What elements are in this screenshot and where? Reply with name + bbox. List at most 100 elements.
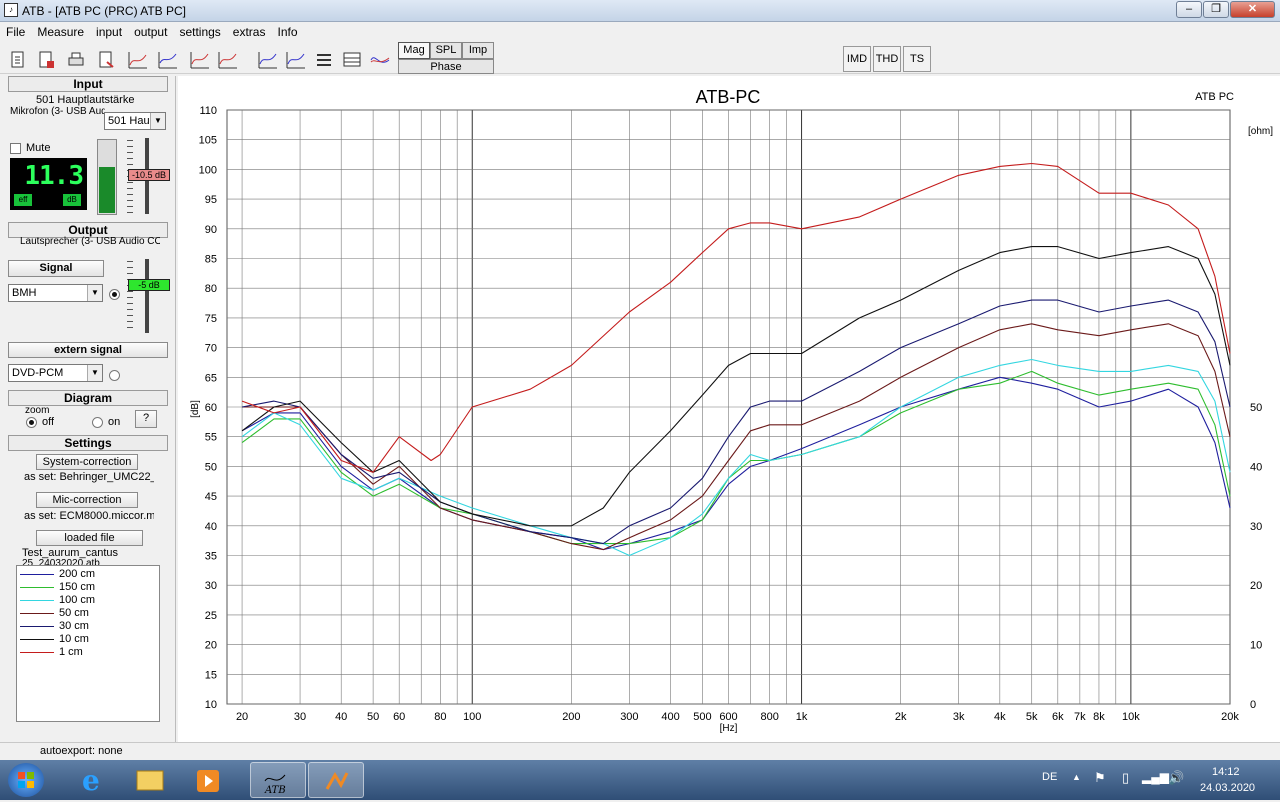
menu-extras[interactable]: extras: [227, 22, 272, 39]
extern-select-value: DVD-PCM: [12, 367, 64, 379]
x-tick-label: 200: [562, 711, 580, 723]
menu-file[interactable]: File: [0, 22, 31, 39]
signal-select-value: BMH: [12, 287, 37, 299]
flag-icon[interactable]: ⚑: [1094, 770, 1106, 786]
curve-m2-icon[interactable]: [284, 48, 306, 70]
legend-swatch: [20, 600, 54, 601]
y-tick-label: 55: [205, 432, 217, 444]
x-tick-label: 80: [434, 711, 446, 723]
mute-checkbox[interactable]: [10, 143, 21, 154]
output-gain-slider[interactable]: [145, 259, 149, 333]
x-tick-label: 50: [367, 711, 379, 723]
level-display: 11.3 eff dB: [10, 158, 87, 210]
menu-input[interactable]: input: [90, 22, 128, 39]
phase-icon[interactable]: [368, 48, 390, 70]
output-gain-label[interactable]: -5 dB: [128, 279, 170, 291]
curve-add-icon[interactable]: [156, 48, 178, 70]
legend-item[interactable]: 30 cm: [17, 620, 157, 633]
legend-item[interactable]: 200 cm: [17, 568, 157, 581]
menu-output[interactable]: output: [128, 22, 173, 39]
window-title: ATB - [ATB PC (PRC) ATB PC]: [22, 4, 187, 18]
legend-item[interactable]: 150 cm: [17, 581, 157, 594]
mag-mode-button[interactable]: Mag: [398, 42, 430, 59]
spl-mode-button[interactable]: SPL: [430, 42, 462, 59]
menu-info[interactable]: Info: [271, 22, 303, 39]
extern-select[interactable]: DVD-PCM ▼: [8, 364, 103, 382]
signal-header[interactable]: Signal: [8, 260, 104, 277]
help-button[interactable]: ?: [135, 410, 157, 428]
system-correction-button[interactable]: System-correction: [36, 454, 138, 470]
thd-button[interactable]: THD: [873, 46, 901, 72]
export-icon[interactable]: [94, 48, 116, 70]
extern-radio[interactable]: [109, 370, 120, 381]
app2-taskbar-icon[interactable]: [308, 762, 364, 798]
tray-expand-icon[interactable]: ▲: [1072, 772, 1081, 782]
legend-label: 1 cm: [59, 646, 83, 658]
mic-correction-button[interactable]: Mic-correction: [36, 492, 138, 508]
input-select[interactable]: 501 Hau ▼: [104, 112, 166, 130]
mic-correction-value: as set: ECM8000.miccor.mic: [24, 510, 154, 522]
clock-time[interactable]: 14:12: [1212, 766, 1240, 778]
start-button[interactable]: [8, 763, 44, 797]
curve-m-add-icon[interactable]: [216, 48, 238, 70]
menu-settings[interactable]: settings: [173, 22, 226, 39]
signal-radio[interactable]: [109, 289, 120, 300]
y-tick-label: 15: [205, 669, 217, 681]
explorer-taskbar-icon[interactable]: [122, 762, 178, 798]
ts-button[interactable]: TS: [903, 46, 931, 72]
signal-select[interactable]: BMH ▼: [8, 284, 103, 302]
open-file-icon[interactable]: [34, 48, 56, 70]
legend-swatch: [20, 626, 54, 627]
zoom-on-label: on: [108, 416, 121, 428]
minimize-button[interactable]: –: [1176, 1, 1202, 18]
curve-m-icon[interactable]: [188, 48, 210, 70]
mute-label: Mute: [26, 142, 51, 154]
zoom-on-radio[interactable]: [92, 417, 103, 428]
y-tick-label: 95: [205, 194, 217, 206]
atb-taskbar-icon[interactable]: ATB: [250, 762, 306, 798]
print-icon[interactable]: [64, 48, 86, 70]
legend-label: 10 cm: [59, 633, 89, 645]
x-tick-label: 1k: [796, 711, 808, 723]
chevron-down-icon: ▼: [87, 285, 102, 301]
level-meter-fill: [99, 167, 115, 213]
sliders-icon[interactable]: [312, 48, 334, 70]
maximize-button[interactable]: ❐: [1203, 1, 1229, 18]
y-tick-label: 65: [205, 372, 217, 384]
level-tag-eff: eff: [14, 194, 32, 206]
loaded-file-button[interactable]: loaded file: [36, 530, 143, 546]
x-tick-label: 6k: [1052, 711, 1064, 723]
legend-item[interactable]: 10 cm: [17, 633, 157, 646]
grid-icon[interactable]: [340, 48, 362, 70]
level-meter: [97, 139, 117, 215]
volume-icon[interactable]: 🔊: [1168, 770, 1184, 786]
legend-item[interactable]: 100 cm: [17, 594, 157, 607]
input-gain-label[interactable]: -10.5 dB: [128, 169, 170, 181]
battery-icon[interactable]: ▯: [1122, 770, 1129, 786]
new-file-icon[interactable]: [6, 48, 28, 70]
imd-button[interactable]: IMD: [843, 46, 871, 72]
x-tick-label: 8k: [1093, 711, 1105, 723]
media-player-taskbar-icon[interactable]: [180, 762, 236, 798]
curve-icon[interactable]: [126, 48, 148, 70]
imp-mode-button[interactable]: Imp: [462, 42, 494, 59]
x-tick-label: 30: [294, 711, 306, 723]
legend-swatch: [20, 574, 54, 575]
network-icon[interactable]: ▂▄▆: [1142, 770, 1169, 784]
clock-date[interactable]: 24.03.2020: [1200, 782, 1255, 794]
x-tick-label: 40: [335, 711, 347, 723]
menu-measure[interactable]: Measure: [31, 22, 90, 39]
close-button[interactable]: ✕: [1230, 1, 1275, 18]
legend-item[interactable]: 1 cm: [17, 646, 157, 659]
phase-mode-button[interactable]: Phase: [398, 59, 494, 74]
zoom-off-radio[interactable]: [26, 417, 37, 428]
ie-taskbar-icon[interactable]: e: [64, 762, 120, 798]
level-tag-db: dB: [63, 194, 81, 206]
y-tick-label: 105: [199, 135, 217, 147]
language-indicator[interactable]: DE: [1042, 771, 1057, 783]
curve-r-icon[interactable]: [256, 48, 278, 70]
extern-signal-header[interactable]: extern signal: [8, 342, 168, 358]
legend-item[interactable]: 50 cm: [17, 607, 157, 620]
diagram-header: Diagram: [8, 390, 168, 406]
settings-header: Settings: [8, 435, 168, 451]
